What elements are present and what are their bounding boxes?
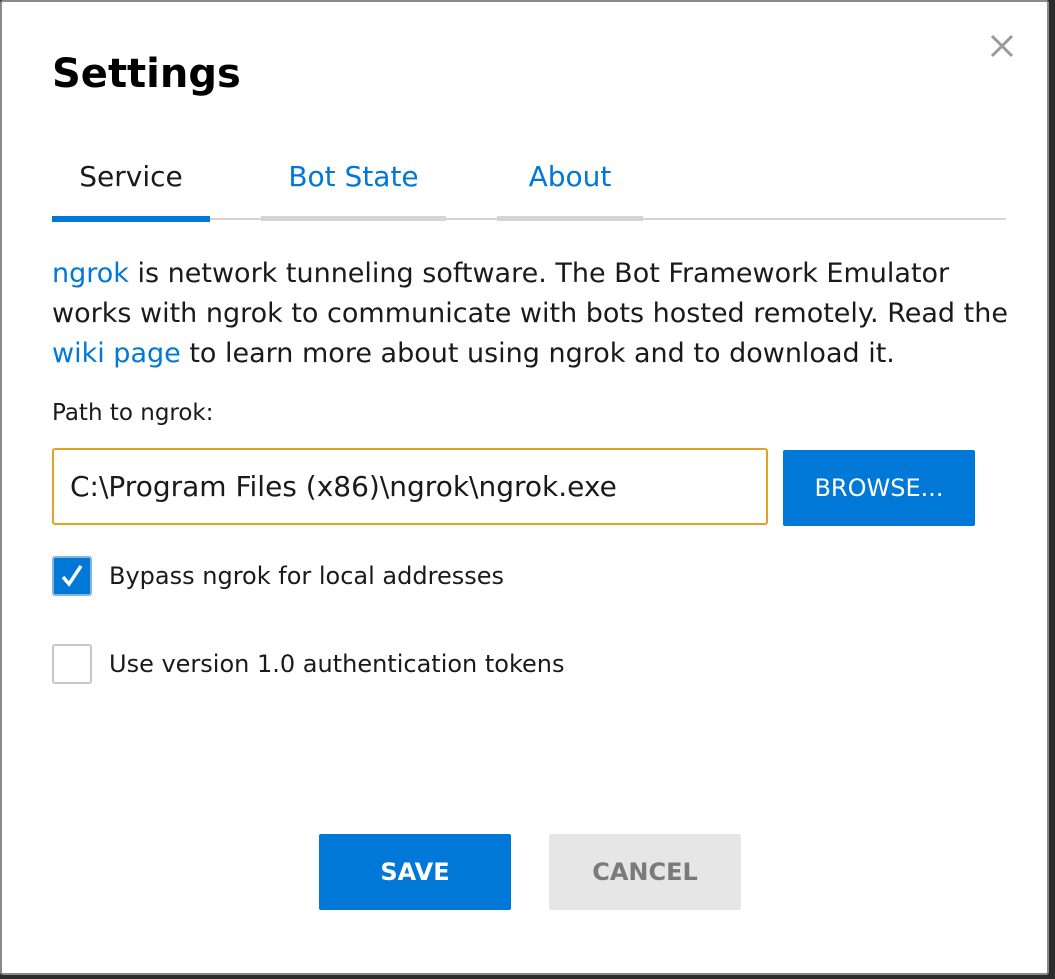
description-text-2: to learn more about using ngrok and to d… xyxy=(180,338,895,369)
bypass-label: Bypass ngrok for local addresses xyxy=(109,562,504,590)
dialog-title: Settings xyxy=(52,51,241,97)
wiki-page-link[interactable]: wiki page xyxy=(52,338,181,369)
ngrok-path-input[interactable] xyxy=(52,448,768,525)
cancel-button[interactable]: CANCEL xyxy=(549,834,741,910)
ngrok-link[interactable]: ngrok xyxy=(52,258,129,289)
tab-about[interactable]: About xyxy=(497,150,643,221)
close-button[interactable] xyxy=(984,28,1020,64)
ngrok-description: ngrok is network tunneling software. The… xyxy=(52,254,1012,374)
bypass-checkbox[interactable] xyxy=(52,556,92,596)
browse-button[interactable]: BROWSE... xyxy=(783,450,975,526)
checkmark-icon xyxy=(61,565,83,587)
save-button[interactable]: SAVE xyxy=(319,834,511,910)
use-v1-label: Use version 1.0 authentication tokens xyxy=(109,650,565,678)
description-text-1: is network tunneling software. The Bot F… xyxy=(52,258,1008,329)
close-icon xyxy=(990,34,1014,58)
bypass-row: Bypass ngrok for local addresses xyxy=(52,556,504,596)
path-label: Path to ngrok: xyxy=(52,400,214,426)
use-v1-checkbox[interactable] xyxy=(52,644,92,684)
tab-bar: Service Bot State About xyxy=(52,150,1006,222)
settings-dialog: Settings Service Bot State About ngrok i… xyxy=(0,0,1049,975)
use-v1-row: Use version 1.0 authentication tokens xyxy=(52,644,565,684)
tab-service[interactable]: Service xyxy=(52,150,210,222)
tab-bot-state[interactable]: Bot State xyxy=(261,150,446,221)
